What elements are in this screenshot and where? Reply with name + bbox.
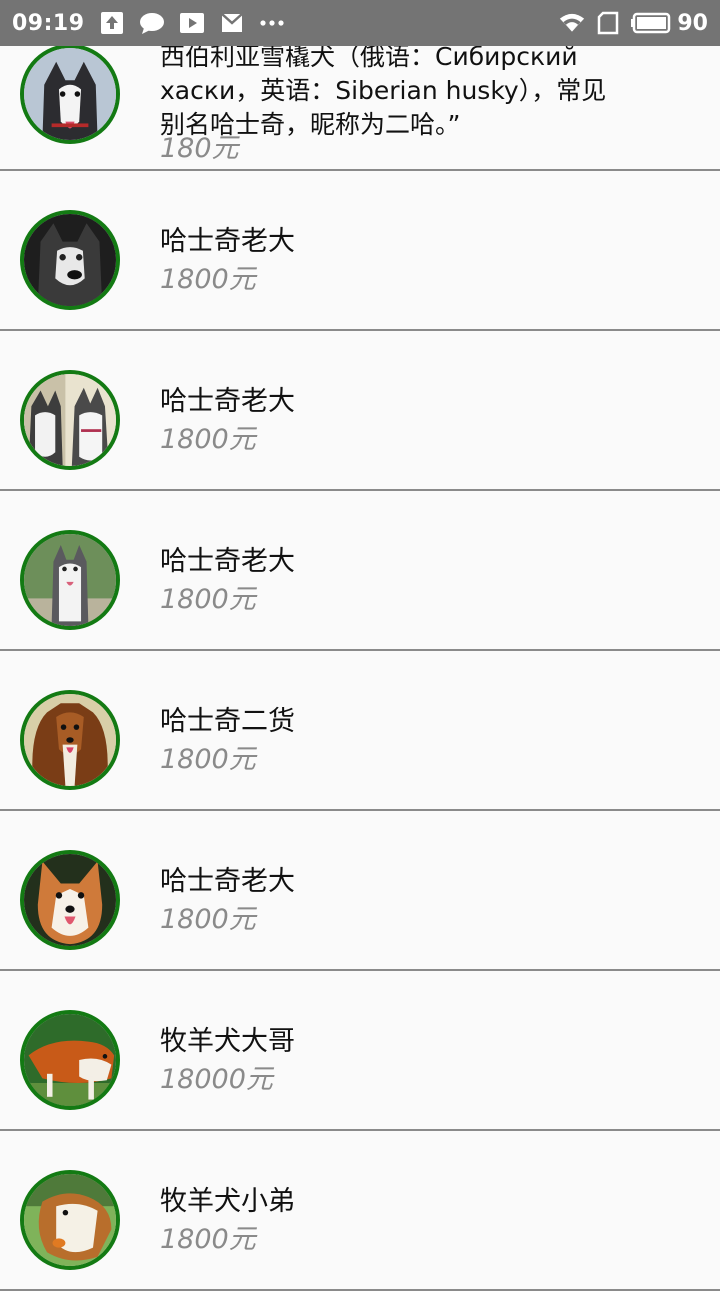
battery-level: 90	[677, 10, 708, 36]
item-price: 180元	[160, 133, 239, 164]
item-name: 哈士奇老大	[160, 546, 295, 577]
avatar	[20, 1010, 120, 1110]
status-bar: 09:19 90	[0, 0, 720, 46]
list-item[interactable]: 牧羊犬小弟 1800元	[0, 1131, 720, 1291]
avatar	[20, 690, 120, 790]
battery-icon	[631, 10, 673, 36]
avatar	[20, 850, 120, 950]
item-price: 1800元	[160, 424, 256, 455]
item-price: 1800元	[160, 904, 256, 935]
avatar	[20, 1170, 120, 1270]
item-name: 牧羊犬小弟	[160, 1186, 295, 1217]
mail-icon	[219, 10, 245, 36]
item-name: 哈士奇二货	[160, 706, 295, 737]
item-price: 1800元	[160, 584, 256, 615]
play-store-icon	[179, 10, 205, 36]
list-item[interactable]: 哈士奇二货 1800元	[0, 651, 720, 811]
list-item[interactable]: 哈士奇老大 1800元	[0, 331, 720, 491]
more-icon	[259, 10, 285, 36]
message-icon	[139, 10, 165, 36]
list-item[interactable]: 哈士奇老大 1800元	[0, 811, 720, 971]
item-price: 18000元	[160, 1064, 273, 1095]
description-line: хаски，英语：Siberian husky），常见	[160, 76, 607, 105]
avatar	[20, 210, 120, 310]
item-price: 1800元	[160, 264, 256, 295]
list-item[interactable]: 牧羊犬大哥 18000元	[0, 971, 720, 1131]
item-price: 1800元	[160, 1224, 256, 1255]
wifi-icon	[559, 10, 585, 36]
item-name: 哈士奇老大	[160, 866, 295, 897]
list-item[interactable]: 哈士奇老大 1800元	[0, 171, 720, 331]
sim-icon	[595, 10, 621, 36]
upload-icon	[99, 10, 125, 36]
avatar	[20, 370, 120, 470]
item-name: 哈士奇老大	[160, 386, 295, 417]
item-name: 哈士奇老大	[160, 226, 295, 257]
avatar	[20, 530, 120, 630]
avatar	[20, 44, 120, 144]
item-name: 牧羊犬大哥	[160, 1026, 295, 1057]
item-price: 1800元	[160, 744, 256, 775]
list-item[interactable]: 哈士奇老大 1800元	[0, 491, 720, 651]
clock: 09:19	[12, 10, 85, 36]
